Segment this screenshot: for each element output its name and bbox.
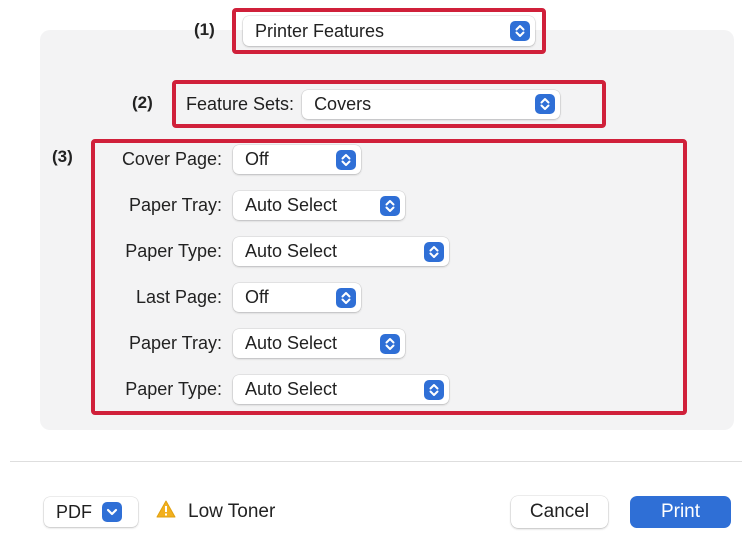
last-page-value: Off	[245, 287, 269, 307]
cover-page-popup[interactable]: Off	[233, 145, 361, 174]
footer-divider	[10, 461, 742, 462]
callout-marker-2: (2)	[132, 93, 153, 112]
callout-box-3	[91, 139, 687, 415]
up-down-chevron-icon	[424, 241, 444, 262]
up-down-chevron-icon	[535, 94, 556, 114]
last-paper-tray-popup[interactable]: Auto Select	[233, 329, 405, 358]
feature-sets-row: Feature Sets: Covers	[178, 88, 598, 120]
up-down-chevron-icon	[510, 21, 530, 41]
cancel-button[interactable]: Cancel	[511, 496, 608, 528]
warning-triangle-icon	[156, 500, 176, 524]
cover-paper-tray-popup[interactable]: Auto Select	[233, 191, 405, 220]
up-down-chevron-icon	[336, 149, 356, 170]
callout-marker-3: (3)	[52, 147, 73, 166]
feature-sets-popup[interactable]: Covers	[302, 89, 561, 119]
cover-page-label: Cover Page:	[121, 149, 222, 169]
preset-popup[interactable]: Printer Features	[243, 16, 535, 46]
pdf-menu-button[interactable]: PDF	[44, 497, 138, 527]
cover-paper-tray-label: Paper Tray:	[128, 195, 222, 215]
up-down-chevron-icon	[380, 195, 400, 216]
last-paper-tray-value: Auto Select	[245, 333, 338, 353]
last-page-popup[interactable]: Off	[233, 283, 361, 312]
cover-page-value: Off	[245, 149, 269, 169]
feature-sets-label: Feature Sets:	[186, 93, 295, 114]
chevron-down-icon	[102, 502, 122, 522]
cover-paper-tray-value: Auto Select	[245, 195, 338, 215]
feature-sets-value: Covers	[314, 93, 372, 114]
last-paper-tray-label: Paper Tray:	[128, 333, 222, 353]
up-down-chevron-icon	[424, 379, 444, 400]
preset-popup-value: Printer Features	[255, 20, 385, 41]
print-button[interactable]: Print	[630, 496, 731, 528]
last-paper-type-value: Auto Select	[245, 379, 338, 399]
cover-paper-type-popup[interactable]: Auto Select	[233, 237, 449, 266]
last-page-label: Last Page:	[135, 287, 222, 307]
low-toner-text: Low Toner	[188, 501, 276, 522]
up-down-chevron-icon	[380, 333, 400, 354]
last-paper-type-popup[interactable]: Auto Select	[233, 375, 449, 404]
cover-paper-type-value: Auto Select	[245, 241, 338, 261]
pdf-label: PDF	[56, 501, 92, 522]
cover-paper-type-label: Paper Type:	[125, 241, 222, 261]
low-toner-status: Low Toner	[156, 500, 275, 524]
callout-marker-1: (1)	[194, 20, 215, 39]
last-paper-type-label: Paper Type:	[125, 379, 222, 399]
up-down-chevron-icon	[336, 287, 356, 308]
